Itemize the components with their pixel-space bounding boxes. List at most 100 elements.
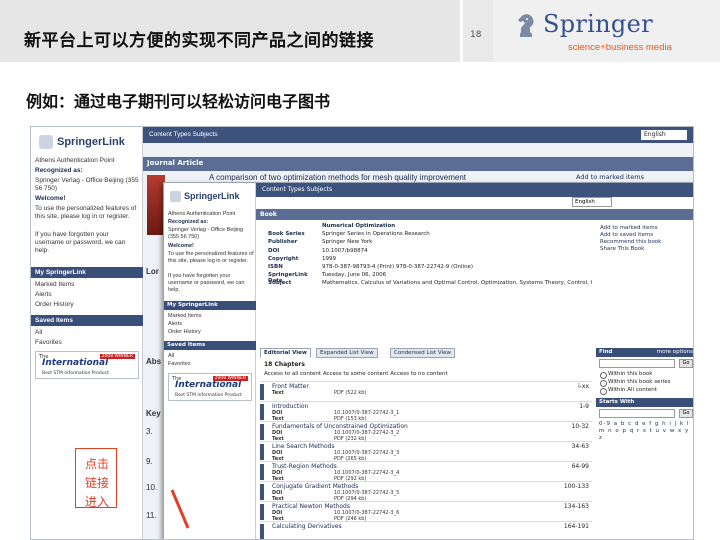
fragment-11: 11. xyxy=(146,511,157,520)
book-title[interactable]: Numerical Optimization xyxy=(322,223,592,229)
book-action-link[interactable]: Add to saved items xyxy=(600,232,692,239)
metadata-key: DOI xyxy=(268,247,280,254)
chapter-row: Trust-Region Methods 64-99 DOI 10.1007/0-38… xyxy=(260,461,592,482)
ad-winner-tag: 2008 WINNER xyxy=(212,376,248,381)
chapter-title-link[interactable]: Fundamentals of Unconstrained Optimizati… xyxy=(272,423,408,430)
chapter-field-value[interactable]: PDF (522 kb) xyxy=(334,390,366,396)
find-go-button[interactable]: Go xyxy=(679,359,693,368)
access-filter[interactable]: Access to all content Access to some con… xyxy=(264,371,448,377)
forgot-text: If you have forgotten your username or p… xyxy=(168,273,245,293)
chess-knight-icon xyxy=(518,14,534,37)
award-banner-back[interactable]: The International 2008 WINNER Best STM I… xyxy=(35,351,139,379)
book-label: Book xyxy=(260,211,277,218)
chapter-pages: 100-133 xyxy=(563,483,589,490)
metadata-row: Copyright 1999 xyxy=(260,256,590,264)
back-language-select[interactable]: English xyxy=(641,130,687,140)
front-top-bar: Content Types Subjects xyxy=(256,183,693,197)
nav-favorites[interactable]: Favorites xyxy=(35,339,139,347)
my-springerlink-head: My SpringerLink xyxy=(31,267,143,278)
nav-favorites[interactable]: Favorites xyxy=(168,361,254,368)
award-banner-front[interactable]: The International 2008 WINNER Best STM I… xyxy=(168,373,252,401)
metadata-value: Mathematics, Calculus of Variations and … xyxy=(322,280,592,287)
logo-text: SpringerLink xyxy=(184,191,240,201)
find-input[interactable] xyxy=(599,359,675,368)
page-number: 18 xyxy=(470,30,482,40)
find-box: Go xyxy=(599,359,693,369)
chapter-field-key: Text xyxy=(272,390,284,396)
front-type-band: Book xyxy=(256,209,693,220)
more-options-link[interactable]: more options xyxy=(657,349,693,355)
logo-text: SpringerLink xyxy=(57,135,125,148)
chapter-title-link[interactable]: Calculating Derivatives xyxy=(272,523,342,530)
metadata-value: Springer New York xyxy=(322,239,373,246)
fragment-lor: Lor xyxy=(146,267,159,276)
chapter-row: Conjugate Gradient Methods 100-133 DOI 10.1… xyxy=(260,481,592,502)
springerlink-mark-icon xyxy=(170,191,181,203)
chapter-title-link[interactable]: Front Matter xyxy=(272,383,309,390)
starts-with-head: Starts With xyxy=(596,398,693,407)
front-sidebar: SpringerLink Athens Authentication Point… xyxy=(164,183,256,539)
nav-saved-all[interactable]: All xyxy=(35,329,139,337)
chapter-title-link[interactable]: Introduction xyxy=(272,403,308,410)
chapter-marker xyxy=(260,444,264,460)
nav-alerts[interactable]: Alerts xyxy=(168,321,254,328)
chapter-marker xyxy=(260,404,264,420)
chapter-title-link[interactable]: Conjugate Gradient Methods xyxy=(272,483,358,490)
slide: 新平台上可以方便的实现不同产品之间的链接 18 Springer science… xyxy=(0,0,720,540)
alphabet-index[interactable]: 0-9 a b c d e f g h i j k l m n o p q r … xyxy=(599,421,693,442)
article-title[interactable]: A comparison of two optimization methods… xyxy=(209,173,466,182)
chapter-marker xyxy=(260,424,264,440)
book-action-link[interactable]: Recommend this book xyxy=(600,239,692,246)
metadata-value: 10.1007/b98874 xyxy=(322,247,368,254)
auth-point: Athens Authentication Point xyxy=(168,211,236,217)
nav-order-history[interactable]: Order History xyxy=(35,301,139,309)
metadata-key: Subject xyxy=(268,280,292,287)
back-add-marked[interactable]: Add to marked items xyxy=(576,173,644,181)
chapters-count: 18 Chapters xyxy=(264,361,305,368)
book-action-link[interactable]: Add to marked items xyxy=(600,225,692,232)
springerlink-logo-back: SpringerLink xyxy=(39,135,125,149)
fragment-10: 10. xyxy=(146,483,158,492)
starts-input[interactable] xyxy=(599,409,675,418)
find-panel: Find more options Go Within this book Wit… xyxy=(596,348,693,444)
chapter-pages: 1-9 xyxy=(579,403,589,410)
view-tabs: Editorial View Expanded List View Conden… xyxy=(260,348,590,358)
chapter-row: Practical Newton Methods 134-163 DOI 10.100… xyxy=(260,501,592,522)
tab-editorial-view[interactable]: Editorial View xyxy=(260,348,311,358)
find-within-all[interactable]: Within All content xyxy=(599,387,693,395)
chapter-row: Line Search Methods 34-63 DOI 10.1007/0-387… xyxy=(260,441,592,462)
tab-condensed-list-view[interactable]: Condensed List View xyxy=(390,348,455,358)
tab-expanded-list-view[interactable]: Expanded List View xyxy=(316,348,378,358)
front-nav-tabs[interactable]: Content Types Subjects xyxy=(262,186,332,193)
metadata-value: Springer Series in Operations Research xyxy=(322,231,430,238)
book-actions: Add to marked items Add to saved items Rec… xyxy=(600,225,692,253)
callout-box: 点击 链接 进入 xyxy=(75,448,117,509)
chapter-title-link[interactable]: Practical Newton Methods xyxy=(272,503,350,510)
chapter-marker xyxy=(260,484,264,500)
starts-go-button[interactable]: Go xyxy=(679,409,693,418)
ad-subtitle: Best STM Information Product xyxy=(175,393,242,398)
chapter-marker xyxy=(260,384,264,400)
nav-marked-items[interactable]: Marked Items xyxy=(35,281,139,289)
chapter-marker xyxy=(260,524,264,539)
chapter-pages: 34-63 xyxy=(571,443,589,450)
book-action-link[interactable]: Share This Book xyxy=(600,246,692,253)
fragment-key: Key xyxy=(146,409,161,418)
nav-order-history[interactable]: Order History xyxy=(168,329,254,336)
find-head: Find more options xyxy=(596,348,693,357)
chapter-title-link[interactable]: Line Search Methods xyxy=(272,443,335,450)
browser-screenshot: SpringerLink Athens Authentication Point… xyxy=(30,126,694,540)
metadata-row: ISBN 978-0-387-98793-4 (Print) 978-0-387-… xyxy=(260,264,590,272)
logo-tagline: science+business media xyxy=(568,42,672,53)
back-nav-tabs[interactable]: Content Types Subjects xyxy=(149,131,218,138)
chapter-title-link[interactable]: Trust-Region Methods xyxy=(272,463,337,470)
springerlink-mark-icon xyxy=(39,135,53,149)
find-within-series[interactable]: Within this book series xyxy=(599,379,693,387)
nav-marked-items[interactable]: Marked Items xyxy=(168,313,254,320)
nav-alerts[interactable]: Alerts xyxy=(35,291,139,299)
nav-saved-all[interactable]: All xyxy=(168,353,254,360)
book-title-row: Numerical Optimization xyxy=(260,223,590,231)
front-language-select[interactable]: English xyxy=(572,197,612,207)
find-within-book[interactable]: Within this book xyxy=(599,371,693,379)
metadata-value: Tuesday, June 06, 2006 xyxy=(322,272,387,279)
